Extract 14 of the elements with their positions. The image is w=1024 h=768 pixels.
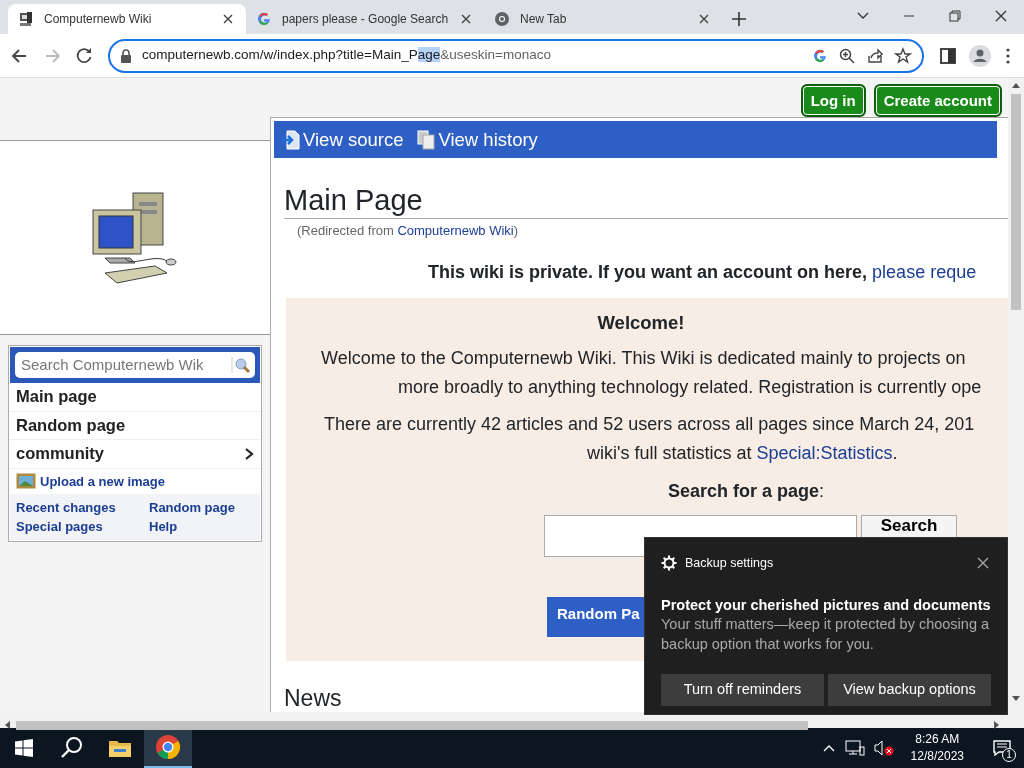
redirect-note: (Redirected from Computernewb Wiki) (297, 222, 520, 240)
search-label: Search for a page: (668, 480, 826, 504)
welcome-text: more broadly to anything technology related. Registration is currently ope (398, 376, 983, 400)
notice-text: This wiki is private. If you want an account on here, please reque (428, 260, 978, 284)
url-text: computernewb.com/w/index.php?title=Main_Page&useskin=monaco (142, 46, 552, 65)
welcome-text: Welcome to the Computernewb Wiki. This Wiki is dedicated mainly to projects on (321, 347, 967, 371)
app-name: Backup settings (685, 555, 774, 572)
page-title: Main Page (284, 182, 1008, 219)
notification-count: 1 (1002, 748, 1016, 762)
welcome-heading: Welcome! (596, 310, 686, 335)
toast-heading: Protect your cherished pictures and documents (661, 596, 991, 615)
stats-text: wiki's full statistics at Special:Statistics. (587, 442, 899, 466)
stats-text: There are currently 42 articles and 52 users across all pages since March 24, 201 (324, 413, 976, 437)
toast-body: Your stuff matters—keep it protected by choosing a backup option that works for you. (661, 615, 991, 655)
